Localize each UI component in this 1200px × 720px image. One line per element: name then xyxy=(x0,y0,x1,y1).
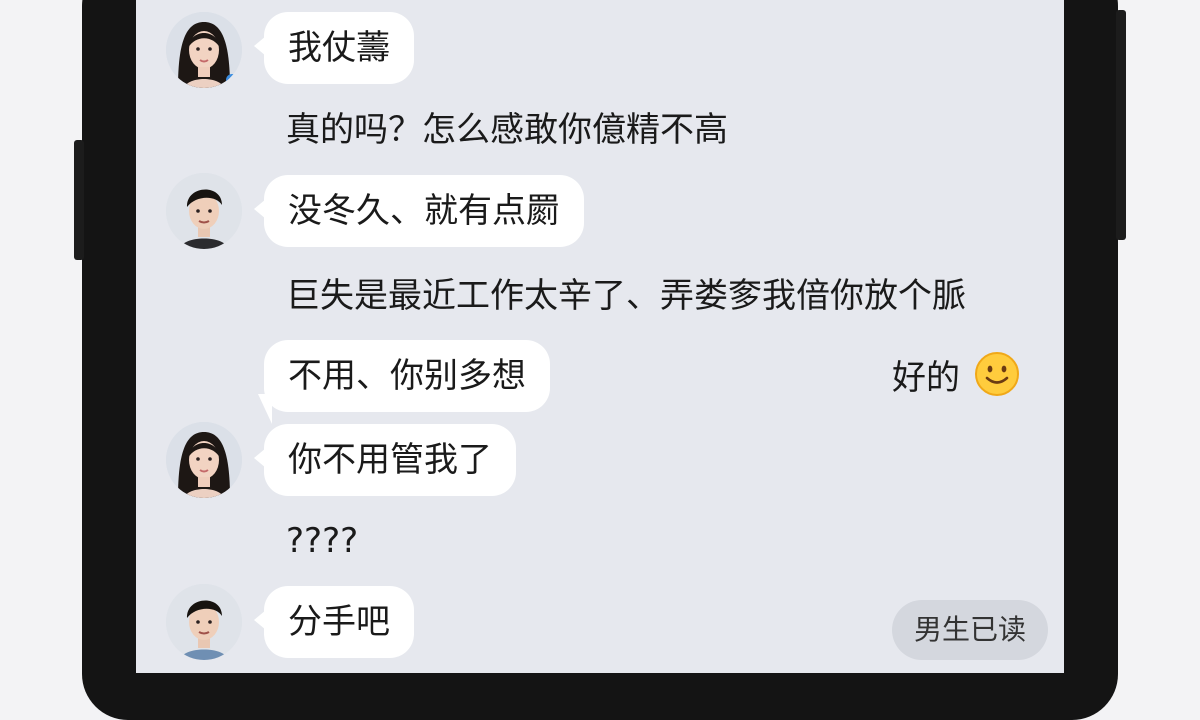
girl-avatar-icon xyxy=(166,422,242,498)
message-plain-2: 真的吗？怎么感敢你億精不高 xyxy=(286,110,728,150)
message-text-3: 没冬久、就有点罽 xyxy=(288,191,560,231)
boy-avatar-icon xyxy=(166,173,242,249)
read-receipt-badge: 男生已读 xyxy=(891,600,1048,660)
message-text-1: 我仗薵 xyxy=(288,28,390,68)
message-text-6: 你不用管我了 xyxy=(288,440,492,480)
message-text-8: 分手吧 xyxy=(288,602,390,642)
reply-text: 好的 xyxy=(892,357,960,398)
chat-screen[interactable]: 我仗薵 真的吗？怎么感敢你億精不高 没冬久、就有点罽 巨失是最近工作太辛了、弄娄… xyxy=(136,0,1064,673)
message-text-5: 不用、你别多想 xyxy=(288,356,526,396)
message-plain-4: 巨失是最近工作太辛了、弄娄奓我偣你放个脈 xyxy=(286,276,966,316)
boy-avatar-icon xyxy=(166,584,242,660)
message-bubble-1[interactable]: 我仗薵 xyxy=(254,12,414,84)
message-plain-7: ???? xyxy=(286,521,359,561)
reply-message[interactable]: 好的 xyxy=(892,352,1020,398)
avatar-girl[interactable] xyxy=(166,12,242,88)
message-bubble-5[interactable]: 不用、你别多想 xyxy=(258,340,550,424)
avatar-girl[interactable] xyxy=(166,422,242,498)
message-bubble-6[interactable]: 你不用管我了 xyxy=(254,424,516,496)
slightly-smiling-face-icon xyxy=(975,352,1019,396)
phone-side-button-right xyxy=(1116,10,1126,240)
message-bubble-3[interactable]: 没冬久、就有点罽 xyxy=(254,175,584,247)
avatar-boy[interactable] xyxy=(166,584,242,660)
girl-avatar-icon xyxy=(166,12,242,88)
phone-side-button-left xyxy=(74,140,84,260)
message-bubble-8[interactable]: 分手吧 xyxy=(254,586,414,658)
avatar-boy[interactable] xyxy=(166,173,242,249)
